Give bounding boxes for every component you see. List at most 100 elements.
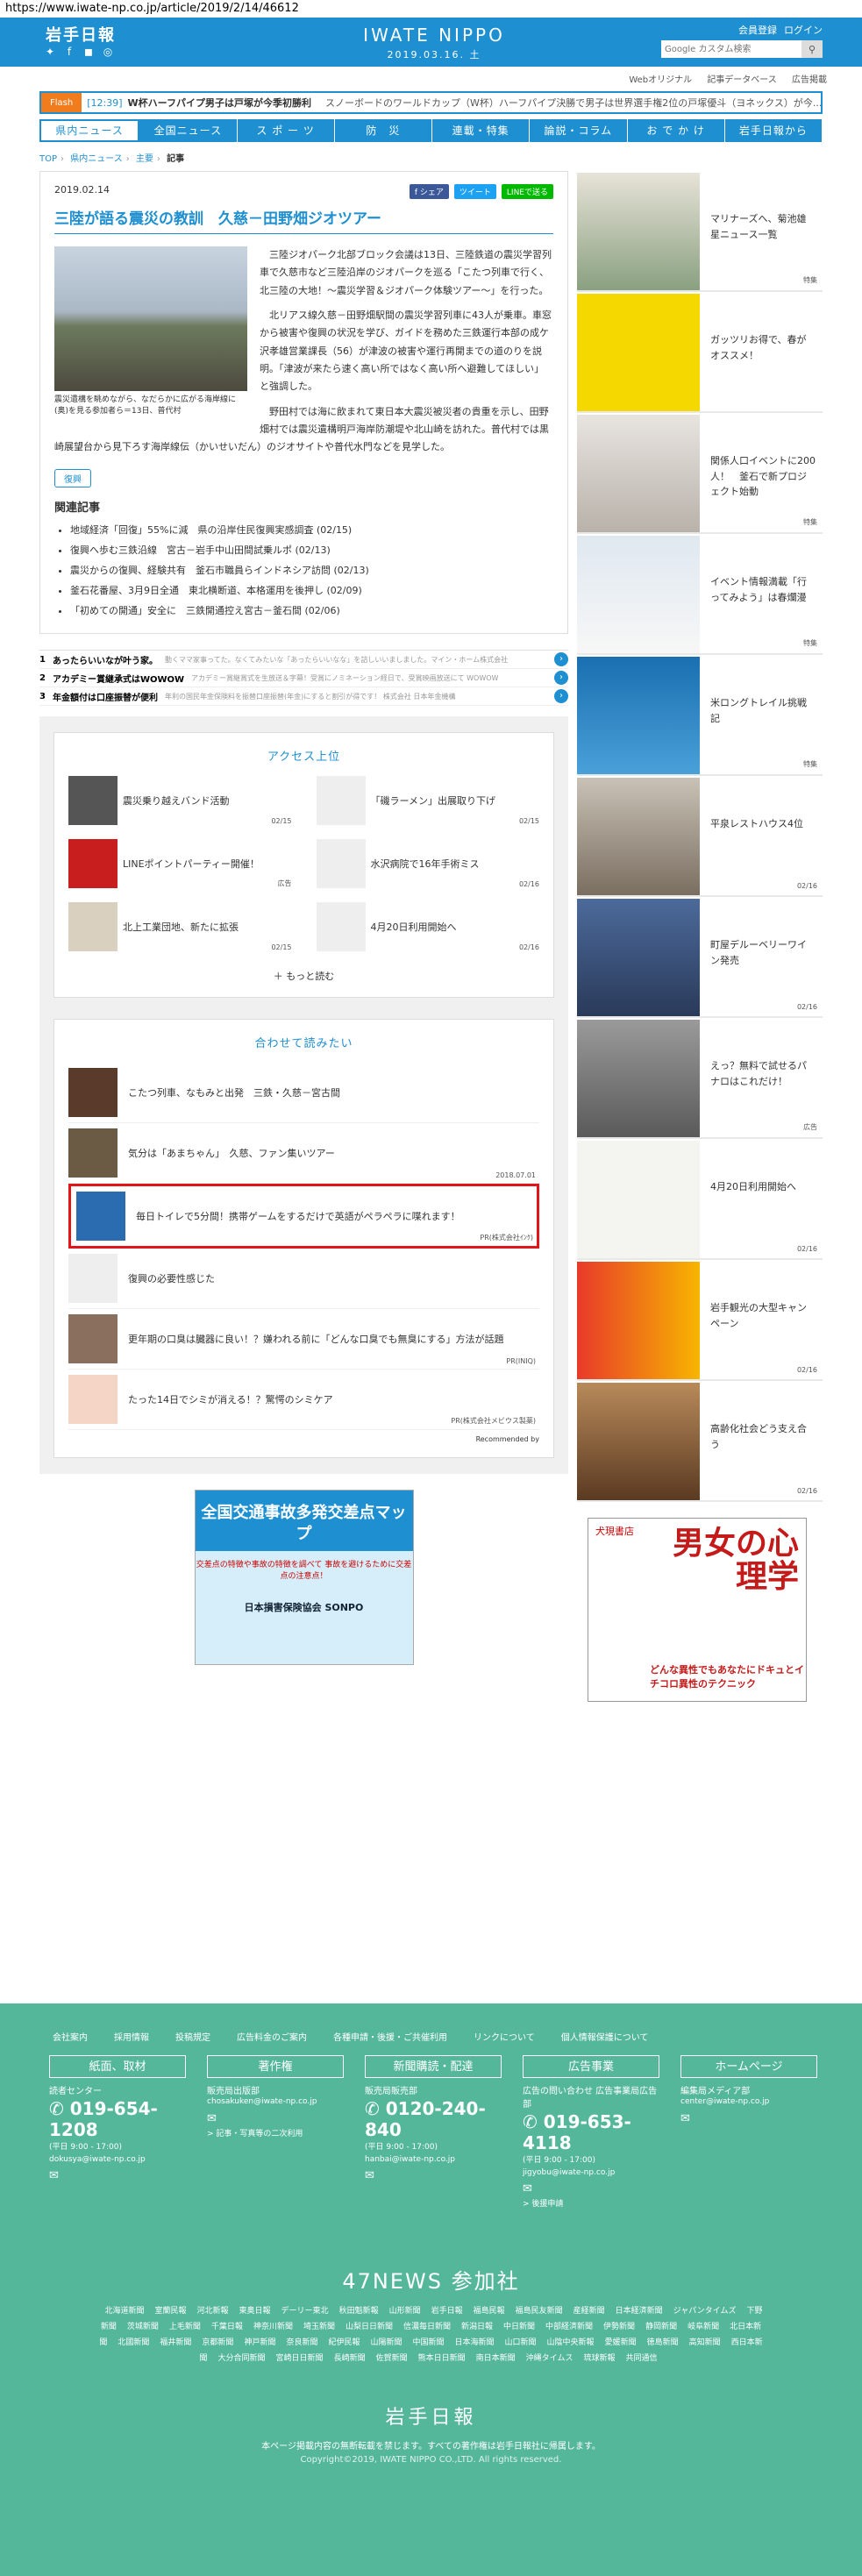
sidebar-thumb[interactable] [577, 536, 700, 653]
mail-icon[interactable]: ✉ [207, 2112, 344, 2125]
member-paper-link[interactable]: 中国新聞 [413, 2338, 445, 2347]
sidebar-text[interactable]: ガッツリお得で、春がオススメ！ [700, 294, 823, 409]
recommend-item[interactable]: こたつ列車、なもみと出発 三鉄・久慈－宮古間 [68, 1063, 539, 1124]
nav-tab-features[interactable]: 連載・特集 [432, 119, 531, 142]
sidebar-thumb[interactable] [577, 657, 700, 774]
member-paper-link[interactable]: 沖縄タイムス [526, 2354, 573, 2363]
member-paper-link[interactable]: 伊勢新聞 [603, 2323, 635, 2331]
member-paper-link[interactable]: 北國新聞 [118, 2338, 149, 2347]
related-item[interactable]: 「初めての開通」安全に 三鉄開通控え宮古－釜石間 (02/06) [70, 601, 553, 621]
col-head[interactable]: 広告事業 [523, 2055, 659, 2078]
tag-button[interactable]: 復興 [54, 468, 91, 487]
member-paper-link[interactable]: 山梨日日新聞 [346, 2323, 393, 2331]
footer-link[interactable]: 会社案内 [53, 2030, 88, 2043]
recommend-thumb[interactable] [68, 1128, 118, 1178]
col-head[interactable]: ホームページ [680, 2055, 817, 2078]
recommend-item[interactable]: たった14日でシミが消える！？驚愕のシミケア PR(株式会社メビウス製薬) [68, 1370, 539, 1431]
member-paper-link[interactable]: 千葉日報 [211, 2323, 243, 2331]
nav-tab-from-nippo[interactable]: 岩手日報から [725, 119, 823, 142]
search-button[interactable]: ⚲ [801, 40, 823, 58]
mail-icon[interactable]: ✉ [680, 2112, 817, 2125]
ad-title[interactable]: アカデミー賞継承式はWOWOW [53, 672, 184, 685]
ranking-text[interactable]: 北上工業団地、新たに拡張 [123, 920, 239, 934]
col-extra-link[interactable]: > 後援申請 [523, 2199, 659, 2211]
instagram-icon[interactable]: ◎ [102, 46, 114, 58]
sidebar-text[interactable]: 町屋デルーベリーワイン発売 [700, 899, 823, 1014]
ranking-item[interactable]: 4月20日利用開始へ 02/16 [316, 902, 539, 952]
nav-tab-national[interactable]: 全国ニュース [139, 119, 238, 142]
member-paper-link[interactable]: 河北新報 [197, 2307, 229, 2316]
ranking-thumb[interactable] [68, 902, 118, 952]
ranking-text[interactable]: 水沢病院で16年手術ミス [371, 857, 480, 871]
nav-tab-disaster[interactable]: 防 災 [335, 119, 432, 142]
sidebar-item[interactable]: 米ロングトレイル挑戦記 特集 [577, 655, 823, 776]
ranking-item[interactable]: 北上工業団地、新たに拡張 02/15 [68, 902, 292, 952]
member-paper-link[interactable]: 上毛新聞 [169, 2323, 201, 2331]
member-paper-link[interactable]: 京都新聞 [202, 2338, 233, 2347]
chevron-right-icon[interactable]: › [554, 671, 568, 686]
member-paper-link[interactable]: 中日新聞 [503, 2323, 535, 2331]
member-paper-link[interactable]: 共同通信 [625, 2354, 657, 2363]
sidebar-text[interactable]: マリナーズへ、菊池雄星ニュース一覧 [700, 173, 823, 288]
recommend-thumb[interactable] [68, 1254, 118, 1304]
recommend-item-highlighted[interactable]: 毎日トイレで5分間！携帯ゲームをするだけで英語がペラペラに喋れます！ PR(株式会… [68, 1184, 539, 1249]
sidebar-thumb[interactable] [577, 899, 700, 1016]
ranking-thumb[interactable] [316, 839, 366, 889]
related-item[interactable]: 復興へ歩む三鉄沿線 宮古－岩手中山田間試乗ルポ (02/13) [70, 540, 553, 560]
sub-link[interactable]: Webオリジナル [629, 75, 692, 85]
col-mail[interactable]: hanbai@iwate-np.co.jp [365, 2154, 502, 2167]
ranking-thumb[interactable] [316, 776, 366, 826]
facebook-share-button[interactable]: f シェア [409, 184, 449, 199]
member-paper-link[interactable]: 愛媛新聞 [605, 2338, 637, 2347]
member-paper-link[interactable]: 秋田魁新報 [339, 2307, 379, 2316]
member-paper-link[interactable]: 徳島新聞 [647, 2338, 679, 2347]
recommend-credit[interactable]: Recommended by [68, 1435, 539, 1443]
chevron-right-icon[interactable]: › [554, 689, 568, 704]
ranking-item[interactable]: LINEポイントパーティー開催！ 広告 [68, 839, 292, 889]
member-paper-link[interactable]: 山口新聞 [505, 2338, 537, 2347]
footer-link[interactable]: 採用情報 [114, 2030, 149, 2043]
recommend-text[interactable]: たった14日でシミが消える！？驚愕のシミケア [128, 1392, 333, 1406]
col-head[interactable]: 新聞購読・配達 [365, 2055, 502, 2078]
ranking-item[interactable]: 震災乗り越えバンド活動 02/15 [68, 776, 292, 826]
member-paper-link[interactable]: 日本経済新聞 [616, 2307, 663, 2316]
recommend-thumb[interactable] [68, 1068, 118, 1118]
recommend-item[interactable]: 復興の必要性感じた [68, 1249, 539, 1310]
breadcrumb-link[interactable]: 県内ニュース [70, 154, 123, 164]
psychology-ad[interactable]: 犬現書店 男女の心理学 どんな異性でもあなたにドキュとイチコロ異性のテクニック [588, 1518, 807, 1702]
recommend-text[interactable]: 復興の必要性感じた [128, 1271, 215, 1285]
member-paper-link[interactable]: 新潟日報 [461, 2323, 493, 2331]
ranking-item[interactable]: 「磯ラーメン」出展取り下げ 02/15 [316, 776, 539, 826]
twitter-icon[interactable]: ✦ [44, 46, 56, 58]
member-paper-link[interactable]: 神奈川新聞 [253, 2323, 293, 2331]
mail-icon[interactable]: ✉ [49, 2169, 186, 2182]
sidebar-item[interactable]: 町屋デルーベリーワイン発売 02/16 [577, 897, 823, 1018]
col-mail[interactable]: center@iwate-np.co.jp [680, 2096, 817, 2109]
sidebar-item[interactable]: 岩手観光の大型キャンペーン 02/16 [577, 1260, 823, 1381]
mail-icon[interactable]: ✉ [365, 2169, 502, 2182]
sidebar-thumb[interactable] [577, 778, 700, 895]
member-paper-link[interactable]: 琉球新報 [583, 2354, 615, 2363]
breadcrumb-link[interactable]: 主要 [136, 154, 153, 164]
recommend-text[interactable]: 気分は「あまちゃん」 久慈、ファン集いツアー [128, 1146, 335, 1160]
member-paper-link[interactable]: 大分合同新聞 [218, 2354, 266, 2363]
col-extra-link[interactable]: > 記事・写真等の二次利用 [207, 2129, 344, 2141]
member-paper-link[interactable]: 南日本新聞 [476, 2354, 516, 2363]
ad-title[interactable]: 年金額付は口座振替が便利 [53, 690, 158, 703]
ranking-text[interactable]: LINEポイントパーティー開催！ [123, 857, 260, 871]
sidebar-thumb[interactable] [577, 1141, 700, 1258]
sidebar-text[interactable]: 岩手観光の大型キャンペーン [700, 1262, 823, 1377]
search-input[interactable] [661, 40, 801, 58]
member-paper-link[interactable]: 岩手日報 [431, 2307, 463, 2316]
sidebar-thumb[interactable] [577, 173, 700, 290]
member-paper-link[interactable]: 熊本日日新聞 [418, 2354, 466, 2363]
line-share-button[interactable]: LINEで送る [501, 184, 553, 199]
sidebar-item[interactable]: 4月20日利用開始へ 02/16 [577, 1139, 823, 1260]
col-mail[interactable]: jigyobu@iwate-np.co.jp [523, 2167, 659, 2180]
member-paper-link[interactable]: 茨城新聞 [127, 2323, 159, 2331]
member-paper-link[interactable]: 山陰中央新報 [547, 2338, 595, 2347]
sidebar-thumb[interactable] [577, 1262, 700, 1379]
login-link[interactable]: ログイン [784, 23, 823, 37]
tweet-button[interactable]: ツイート [453, 184, 496, 199]
sidebar-text[interactable]: 米ロングトレイル挑戦記 [700, 657, 823, 772]
